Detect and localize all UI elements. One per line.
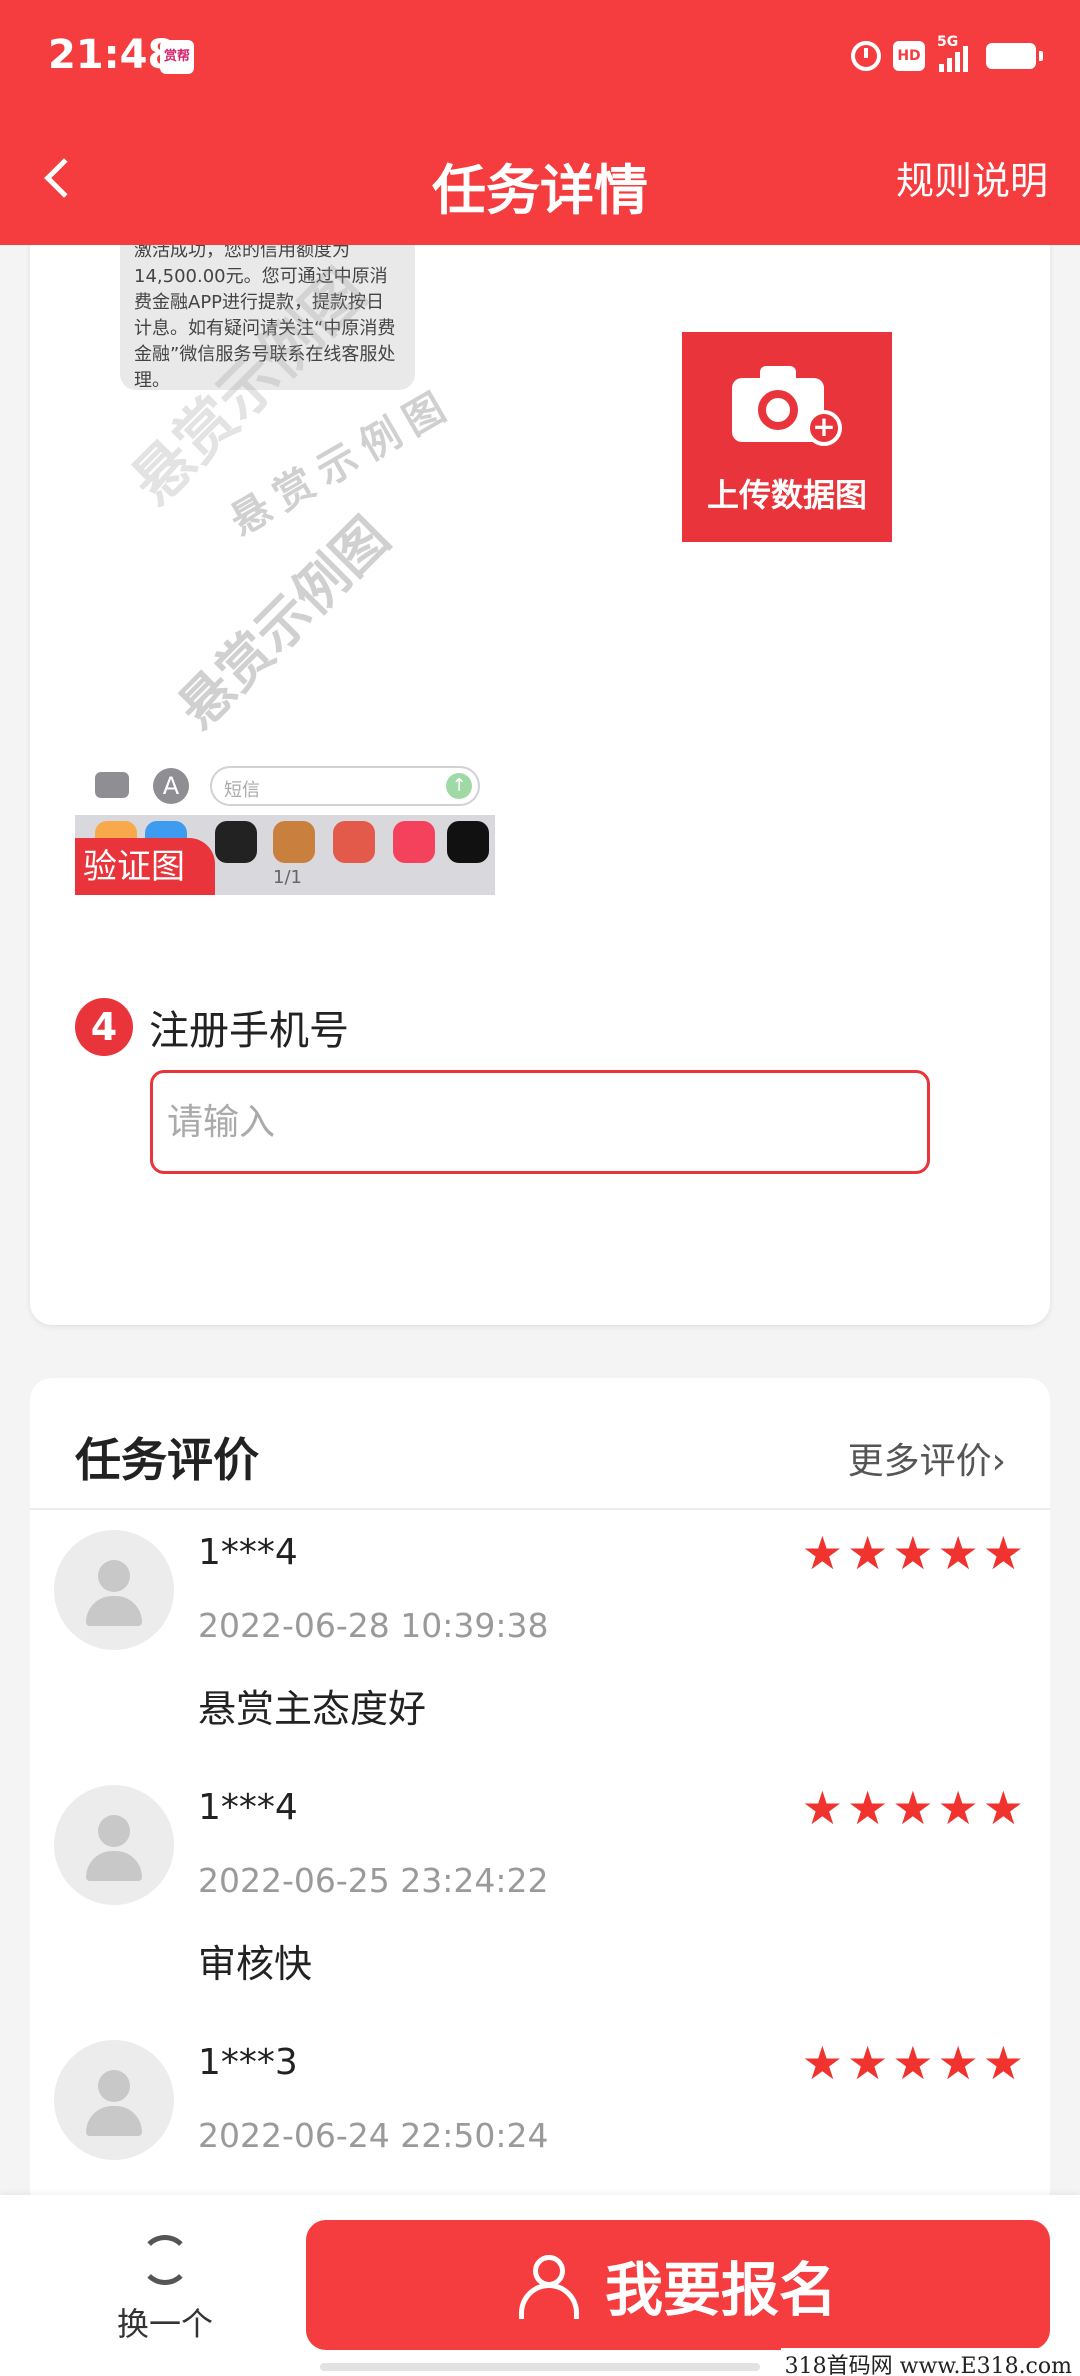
hd-icon: HD: [893, 41, 925, 71]
review-time: 2022-06-24 22:50:24: [198, 2116, 549, 2155]
review-item: 1***4 2022-06-25 23:24:22 审核快 ★ ★ ★ ★ ★: [30, 1767, 1050, 2022]
refresh-icon: [140, 2235, 190, 2285]
status-time: 21:48: [48, 32, 176, 78]
swap-label: 换一个: [116, 2305, 213, 2343]
sample-sms-field: 短信 ↑: [210, 766, 480, 806]
camera-icon: [95, 772, 129, 798]
rules-link[interactable]: 规则说明: [896, 150, 1048, 205]
star-icon: ★: [847, 1526, 889, 1580]
chevron-right-icon: ›: [991, 1441, 1006, 1482]
sample-page-indicator: 1/1: [273, 867, 302, 888]
signup-button[interactable]: 我要报名: [306, 2220, 1050, 2350]
star-icon: ★: [801, 1526, 843, 1580]
system-icons: HD 5G: [851, 34, 1043, 72]
star-icon: ★: [892, 1781, 934, 1835]
phone-number-input[interactable]: [150, 1070, 930, 1174]
star-icon: ★: [892, 1526, 934, 1580]
review-time: 2022-06-25 23:24:22: [198, 1861, 549, 1900]
signup-label: 我要报名: [604, 2258, 837, 2323]
site-watermark: 318首码网 www.E318.com: [780, 2348, 1076, 2376]
star-icon: ★: [892, 2036, 934, 2090]
upload-label: 上传数据图: [706, 476, 867, 514]
star-icon: ★: [801, 2036, 843, 2090]
star-icon: ★: [847, 2036, 889, 2090]
app-notification-icon: 赏帮: [160, 40, 194, 74]
step-4-header: 4 注册手机号: [75, 998, 349, 1056]
step-number: 4: [75, 998, 133, 1056]
avatar: [54, 1785, 174, 1905]
task-step-card: 激活成功，您的信用额度为14,500.00元。您可通过中原消费金融APP进行提款…: [30, 230, 1050, 1325]
sample-watermark: 悬赏示例图: [165, 505, 402, 741]
review-item: 1***4 2022-06-28 10:39:38 悬赏主态度好 ★ ★ ★ ★ ★: [30, 1512, 1050, 1767]
star-rating: ★ ★ ★ ★ ★: [802, 1785, 1024, 1831]
star-icon: ★: [937, 1526, 979, 1580]
alarm-icon: [851, 41, 881, 71]
appstore-icon: A: [153, 768, 189, 804]
user-icon: [518, 2253, 579, 2319]
review-text: 审核快: [198, 1942, 313, 1986]
sample-image: 激活成功，您的信用额度为14,500.00元。您可通过中原消费金融APP进行提款…: [75, 230, 495, 895]
star-icon: ★: [937, 2036, 979, 2090]
nav-bar: 任务详情 规则说明: [0, 120, 1080, 245]
star-icon: ★: [937, 1781, 979, 1835]
verify-tag: 验证图: [75, 838, 215, 895]
star-icon: ★: [982, 2036, 1024, 2090]
review-time: 2022-06-28 10:39:38: [198, 1606, 549, 1645]
star-icon: ★: [982, 1526, 1024, 1580]
swap-task-button[interactable]: 换一个: [100, 2235, 230, 2345]
header: 21:48 赏帮 HD 5G 任务详情 规则说明: [0, 0, 1080, 245]
sample-input-bar: A 短信 ↑: [75, 762, 495, 812]
avatar: [54, 2040, 174, 2160]
reviews-header: 任务评价 更多评价›: [30, 1378, 1050, 1510]
home-indicator: [320, 2363, 760, 2371]
reviews-title: 任务评价: [75, 1433, 259, 1487]
signal-icon: 5G: [937, 34, 968, 72]
review-user: 1***4: [198, 1787, 298, 1828]
star-icon: ★: [847, 1781, 889, 1835]
star-icon: ★: [801, 1781, 843, 1835]
upload-image-button[interactable]: + 上传数据图: [682, 332, 892, 542]
camera-plus-icon: +: [732, 364, 842, 446]
star-rating: ★ ★ ★ ★ ★: [802, 2040, 1024, 2086]
star-rating: ★ ★ ★ ★ ★: [802, 1530, 1024, 1576]
status-bar: 21:48 赏帮 HD 5G: [0, 0, 1080, 120]
review-user: 1***3: [198, 2042, 298, 2083]
send-arrow-icon: ↑: [446, 773, 472, 799]
avatar: [54, 1530, 174, 1650]
more-reviews-link[interactable]: 更多评价›: [848, 1432, 1006, 1484]
battery-icon: [986, 43, 1043, 69]
star-icon: ★: [982, 1781, 1024, 1835]
review-user: 1***4: [198, 1532, 298, 1573]
review-text: 悬赏主态度好: [198, 1687, 427, 1731]
step-label: 注册手机号: [149, 1008, 349, 1054]
